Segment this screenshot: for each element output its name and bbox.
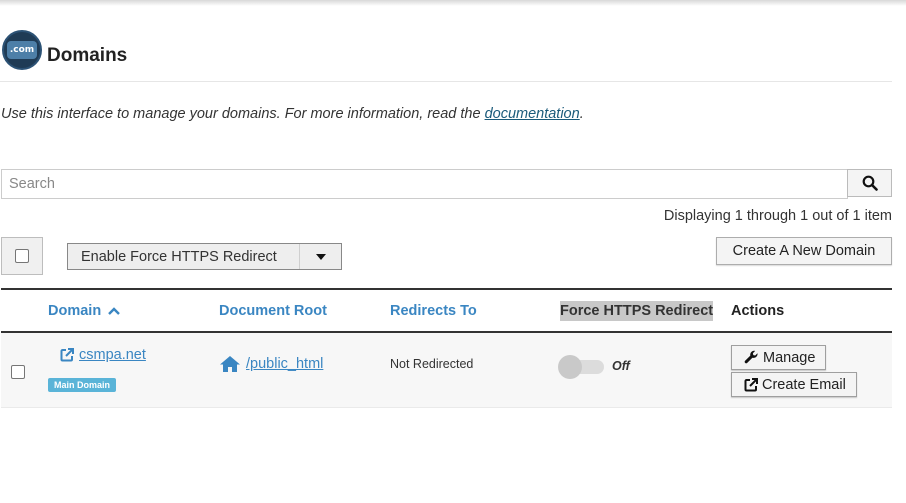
intro-text: Use this interface to manage your domain… [1,106,584,122]
create-new-domain-button[interactable]: Create A New Domain [716,237,892,265]
domains-table: Domain Document Root Redirects To Force … [1,288,892,408]
caret-down-icon[interactable] [299,244,341,269]
select-all-checkbox-container[interactable] [1,237,43,275]
column-header-domain-label: Domain [48,303,102,319]
external-link-icon [744,377,758,392]
column-header-redirects-to[interactable]: Redirects To [390,303,477,319]
intro-body: Use this interface to manage your domain… [1,106,485,122]
intro-suffix: . [579,106,584,122]
select-all-checkbox[interactable] [15,249,29,263]
create-email-button[interactable]: Create Email [731,372,857,397]
top-shadow [0,0,906,6]
document-root-path: /public_html [246,356,324,372]
column-header-domain[interactable]: Domain [48,303,121,319]
table-row: csmpa.net Main Domain /public_html Not R… [1,333,892,408]
column-header-actions: Actions [731,303,785,319]
chevron-up-icon [108,307,121,315]
manage-button[interactable]: Manage [731,345,827,370]
bulk-action-selected-value: Enable Force HTTPS Redirect [81,248,277,265]
search-input[interactable] [1,169,848,199]
page-title: Domains [47,45,128,66]
create-email-button-label: Create Email [762,376,846,393]
table-header-row: Domain Document Root Redirects To Force … [1,288,892,333]
search-button[interactable] [847,169,892,197]
bulk-action-select[interactable]: Enable Force HTTPS Redirect [67,243,342,270]
document-root-link[interactable]: /public_html [219,355,323,373]
toggle-knob [558,355,582,379]
search-icon [862,175,878,191]
pagination-status: Displaying 1 through 1 out of 1 item [663,208,892,224]
wrench-icon [744,350,759,365]
logo-text: .com [7,41,37,59]
column-header-document-root[interactable]: Document Root [219,303,327,319]
force-https-state: Off [612,359,630,373]
documentation-link[interactable]: documentation [485,106,580,122]
domain-name: csmpa.net [79,347,146,363]
row-checkbox[interactable] [11,365,25,379]
column-header-force-https: Force HTTPS Redirect [560,301,714,321]
page-header: .com Domains [0,28,892,82]
force-https-toggle[interactable] [558,355,604,379]
domain-link[interactable]: csmpa.net [60,347,146,363]
redirects-to-value: Not Redirected [390,357,474,371]
home-icon [219,355,241,373]
external-link-icon [60,348,74,362]
main-domain-badge: Main Domain [48,378,117,392]
manage-button-label: Manage [763,349,816,366]
domains-logo: .com [2,30,42,70]
